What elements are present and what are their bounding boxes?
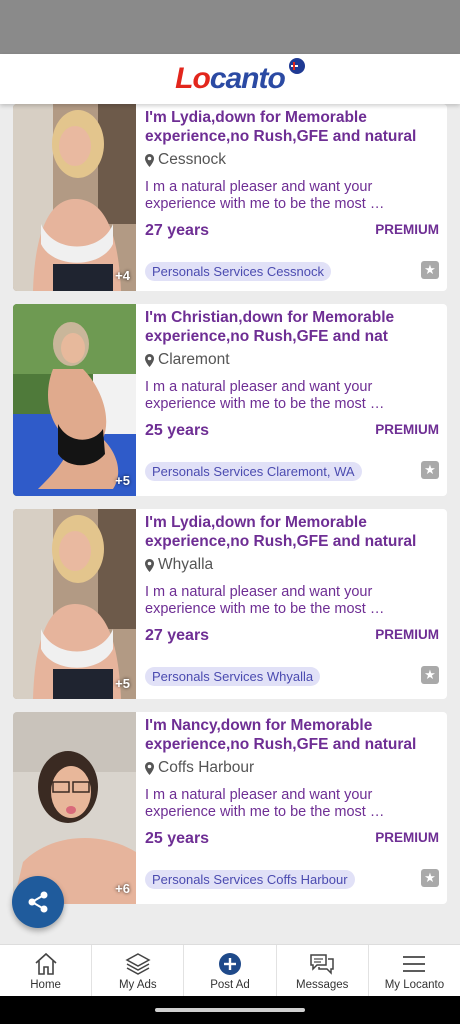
photo-count-badge: +4 xyxy=(115,268,130,283)
menu-icon xyxy=(403,956,426,972)
listing-body: I'm Nancy,down for Memorable experience,… xyxy=(145,712,439,904)
layers-icon xyxy=(125,953,151,975)
star-icon: ★ xyxy=(424,667,436,682)
category-tag[interactable]: Personals Services Whyalla xyxy=(145,667,321,686)
listing-photo-image xyxy=(13,304,136,496)
home-icon xyxy=(35,952,57,975)
location-pin-icon xyxy=(145,558,154,572)
listing-feed[interactable]: +4 I'm Lydia,down for Memorable experien… xyxy=(0,104,460,944)
location-text: Whyalla xyxy=(158,556,214,573)
listing-description: I m a natural pleaser and want your expe… xyxy=(145,787,385,820)
listing-photo[interactable]: +4 xyxy=(13,104,136,291)
locanto-logo[interactable]: Locanto xyxy=(175,58,305,96)
listing-photo[interactable]: +6 xyxy=(13,712,136,904)
nav-my-ads[interactable]: My Ads xyxy=(92,945,185,997)
listing-card[interactable]: +5 I'm Lydia,down for Memorable experien… xyxy=(13,509,447,699)
listing-location: Claremont xyxy=(145,351,230,369)
listing-title[interactable]: I'm Nancy,down for Memorable experience,… xyxy=(145,716,435,754)
listing-photo-image xyxy=(13,712,136,904)
listing-photo[interactable]: +5 xyxy=(13,304,136,496)
plus-circle-icon xyxy=(219,953,241,975)
australia-flag-icon xyxy=(288,58,305,74)
listing-card[interactable]: +5 I'm Christian,down for Memorable expe… xyxy=(13,304,447,496)
favorite-star-button[interactable]: ★ xyxy=(421,666,439,684)
category-tag[interactable]: Personals Services Cessnock xyxy=(145,262,331,281)
listing-description: I m a natural pleaser and want your expe… xyxy=(145,584,385,617)
favorite-star-button[interactable]: ★ xyxy=(421,261,439,279)
category-tag[interactable]: Personals Services Coffs Harbour xyxy=(145,870,355,889)
app-header: Locanto xyxy=(0,54,460,104)
share-icon xyxy=(28,891,48,913)
listing-location: Whyalla xyxy=(145,556,213,574)
photo-count-badge: +6 xyxy=(115,881,130,896)
category-tag[interactable]: Personals Services Claremont, WA xyxy=(145,462,362,481)
nav-post-ad-label: Post Ad xyxy=(210,979,250,991)
nav-post-ad[interactable]: Post Ad xyxy=(184,945,277,997)
listing-photo-image xyxy=(13,104,136,291)
nav-home-label: Home xyxy=(30,979,61,991)
location-text: Cessnock xyxy=(158,151,227,168)
nav-messages[interactable]: Messages xyxy=(277,945,369,997)
favorite-star-button[interactable]: ★ xyxy=(421,461,439,479)
photo-count-badge: +5 xyxy=(115,473,130,488)
listing-age: 27 years xyxy=(145,222,210,239)
nav-my-locanto-label: My Locanto xyxy=(384,979,445,991)
listing-title[interactable]: I'm Christian,down for Memorable experie… xyxy=(145,308,435,346)
listing-photo-image xyxy=(13,509,136,699)
star-icon: ★ xyxy=(424,262,436,277)
listing-card[interactable]: +6 I'm Nancy,down for Memorable experien… xyxy=(13,712,447,904)
listing-body: I'm Lydia,down for Memorable experience,… xyxy=(145,509,439,699)
star-icon: ★ xyxy=(424,462,436,477)
share-button[interactable] xyxy=(12,876,64,928)
location-pin-icon xyxy=(145,153,154,167)
location-text: Coffs Harbour xyxy=(158,759,255,776)
status-bar xyxy=(0,0,460,54)
listing-body: I'm Christian,down for Memorable experie… xyxy=(145,304,439,496)
listing-title[interactable]: I'm Lydia,down for Memorable experience,… xyxy=(145,513,435,551)
nav-home[interactable]: Home xyxy=(0,945,93,997)
location-pin-icon xyxy=(145,353,154,367)
listing-description: I m a natural pleaser and want your expe… xyxy=(145,179,385,212)
nav-my-ads-label: My Ads xyxy=(118,979,157,991)
listing-age: 27 years xyxy=(145,627,210,644)
nav-my-locanto[interactable]: My Locanto xyxy=(369,945,460,997)
listing-age: 25 years xyxy=(145,830,210,847)
listing-card[interactable]: +4 I'm Lydia,down for Memorable experien… xyxy=(13,104,447,291)
listing-title[interactable]: I'm Lydia,down for Memorable experience,… xyxy=(145,108,435,146)
logo-part-canto: canto xyxy=(209,62,286,95)
listing-description: I m a natural pleaser and want your expe… xyxy=(145,379,385,412)
premium-badge: PREMIUM xyxy=(375,830,439,845)
premium-badge: PREMIUM xyxy=(375,627,439,642)
location-pin-icon xyxy=(145,761,154,775)
nav-messages-label: Messages xyxy=(296,979,349,991)
favorite-star-button[interactable]: ★ xyxy=(421,869,439,887)
premium-badge: PREMIUM xyxy=(375,422,439,437)
listing-location: Cessnock xyxy=(145,151,226,169)
home-gesture-pill[interactable] xyxy=(155,1008,305,1012)
location-text: Claremont xyxy=(158,351,230,368)
listing-photo[interactable]: +5 xyxy=(13,509,136,699)
star-icon: ★ xyxy=(424,870,436,885)
listing-body: I'm Lydia,down for Memorable experience,… xyxy=(145,104,439,291)
listing-location: Coffs Harbour xyxy=(145,759,254,777)
bottom-navigation: Home My Ads Post Ad Messages My Locanto xyxy=(0,944,460,997)
premium-badge: PREMIUM xyxy=(375,222,439,237)
logo-part-lo: Lo xyxy=(175,62,211,95)
listing-age: 25 years xyxy=(145,422,210,439)
system-navigation-bar xyxy=(0,996,460,1024)
chat-icon xyxy=(310,954,334,975)
photo-count-badge: +5 xyxy=(115,676,130,691)
